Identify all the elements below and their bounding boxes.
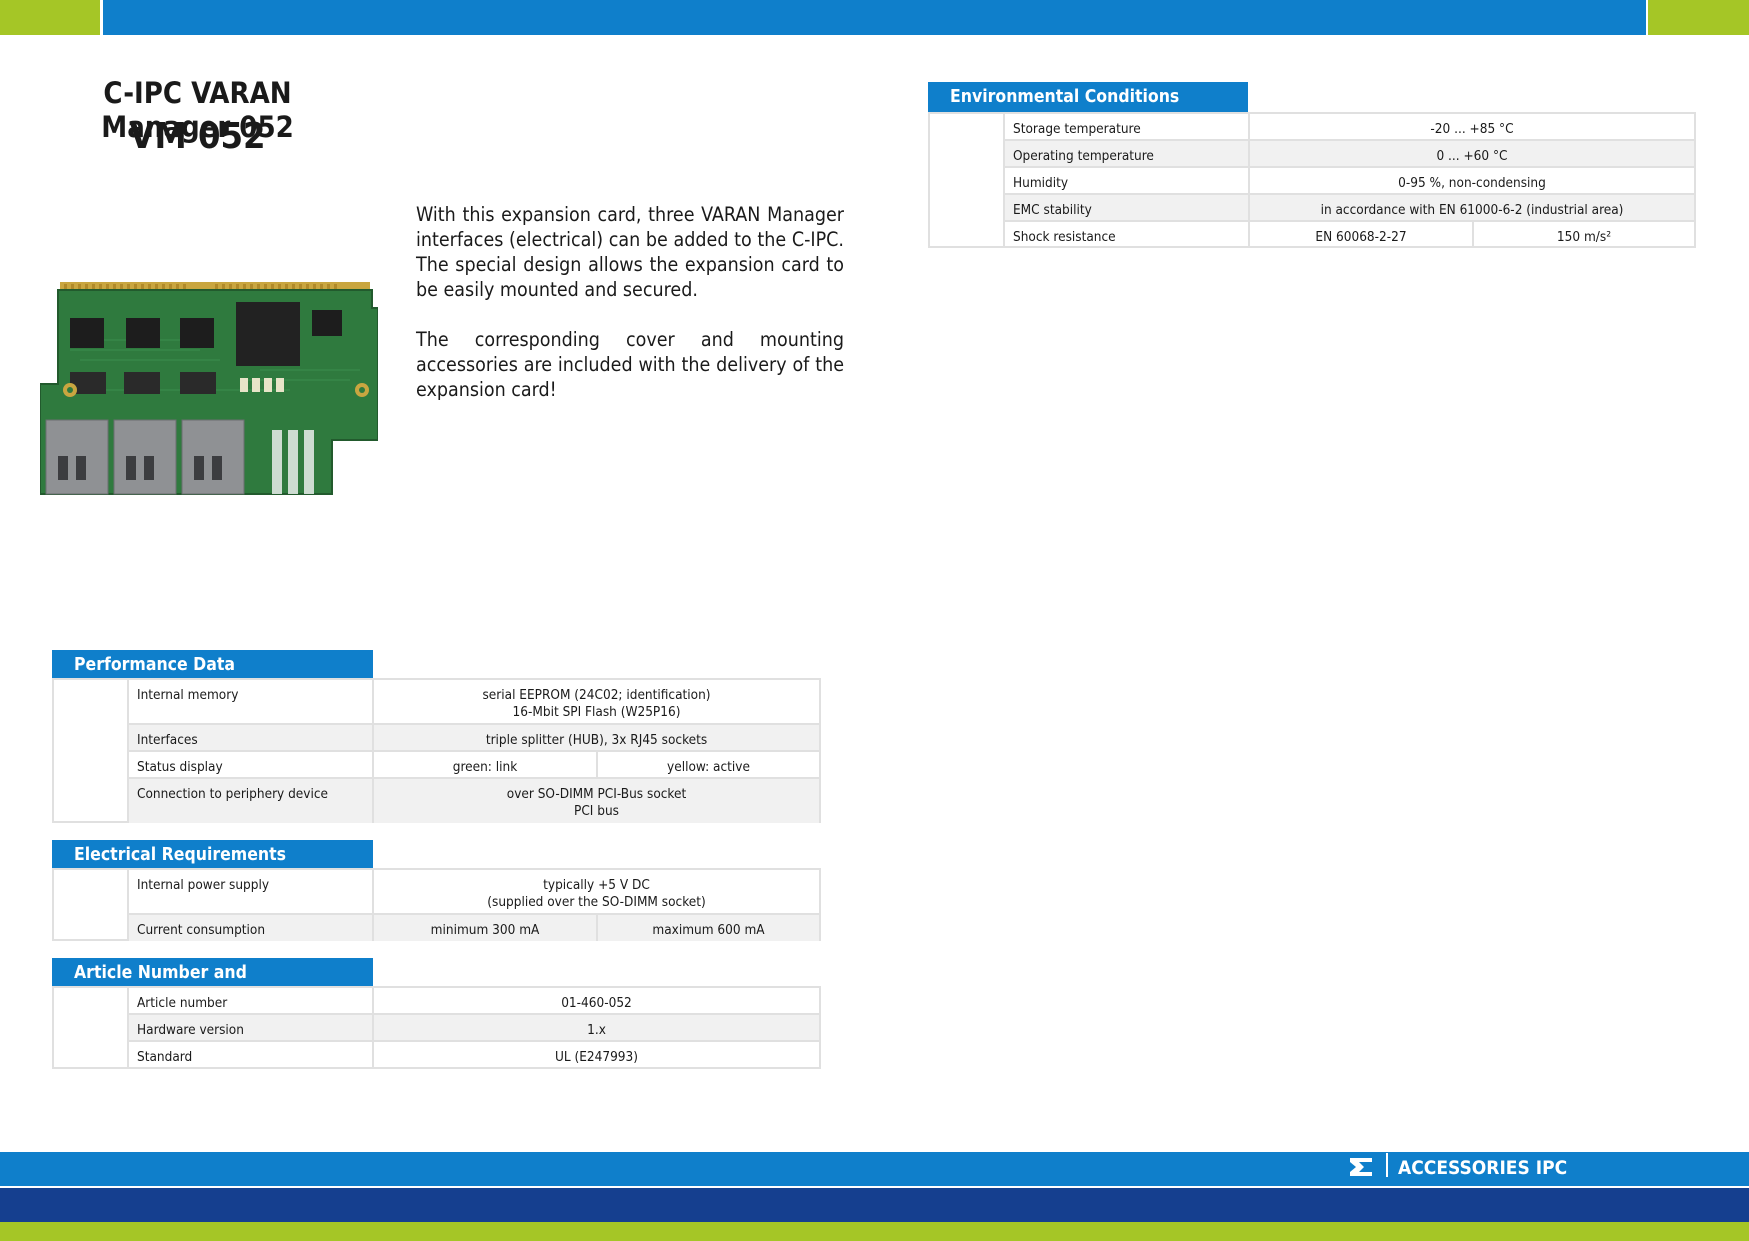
env-label: Storage temperature bbox=[1003, 114, 1248, 139]
elec-table: Internal power supply typically +5 V DC … bbox=[52, 868, 821, 941]
perf-value: triple splitter (HUB), 3x RJ45 sockets bbox=[372, 725, 819, 752]
misc-label: Article number bbox=[127, 988, 372, 1013]
perf-row-memory: Internal memory serial EEPROM (24C02; id… bbox=[127, 680, 819, 723]
elec-label: Current consumption bbox=[127, 915, 372, 941]
bottom-band-navy bbox=[0, 1188, 1749, 1222]
env-value: 0 ... +60 °C bbox=[1248, 141, 1694, 168]
top-band-green-left bbox=[0, 0, 100, 35]
elec-value-line: typically +5 V DC bbox=[543, 877, 650, 893]
misc-section-heading: Article Number and Miscellaneous bbox=[52, 958, 373, 1013]
misc-label: Standard bbox=[127, 1042, 372, 1069]
perf-table: Internal memory serial EEPROM (24C02; id… bbox=[52, 678, 821, 823]
perf-value-line: over SO-DIMM PCI-Bus socket bbox=[506, 786, 687, 802]
env-label: EMC stability bbox=[1003, 195, 1248, 222]
elec-value: minimum 300 mA bbox=[372, 915, 596, 941]
bottom-band-green bbox=[0, 1222, 1749, 1241]
env-row-operating: Operating temperature 0 ... +60 °C bbox=[1003, 139, 1694, 168]
misc-value: UL (E247993) bbox=[372, 1042, 819, 1069]
perf-value-line: 16-Mbit SPI Flash (W25P16) bbox=[512, 704, 681, 720]
env-value: 0-95 %, non-condensing bbox=[1248, 168, 1694, 195]
perf-section-heading: Performance Data bbox=[52, 650, 373, 680]
misc-row-article: Article number 01-460-052 bbox=[127, 988, 819, 1013]
misc-row-standard: Standard UL (E247993) bbox=[127, 1040, 819, 1069]
elec-value-2: maximum 600 mA bbox=[596, 915, 819, 941]
description-paragraph-2: The corresponding cover and mounting acc… bbox=[416, 328, 844, 401]
description-paragraph-1: With this expansion card, three VARAN Ma… bbox=[416, 203, 844, 301]
env-table: Storage temperature -20 ... +85 °C Opera… bbox=[928, 112, 1696, 248]
perf-label: Interfaces bbox=[127, 725, 372, 752]
perf-row-connection: Connection to periphery device over SO-D… bbox=[127, 777, 819, 823]
env-row-shock: Shock resistance EN 60068-2-27 150 m/s² bbox=[1003, 220, 1694, 248]
perf-row-status: Status display green: link yellow: activ… bbox=[127, 750, 819, 779]
perf-value: over SO-DIMM PCI-Bus socket PCI bus bbox=[372, 779, 819, 823]
footer-separator bbox=[1386, 1153, 1388, 1177]
perf-value: green: link bbox=[372, 752, 596, 779]
env-value: EN 60068-2-27 bbox=[1248, 222, 1472, 248]
product-code: VM 052 bbox=[129, 116, 266, 157]
perf-value: serial EEPROM (24C02; identification) 16… bbox=[372, 680, 819, 723]
env-row-storage: Storage temperature -20 ... +85 °C bbox=[1003, 114, 1694, 139]
perf-value-2: yellow: active bbox=[596, 752, 819, 779]
perf-row-interfaces: Interfaces triple splitter (HUB), 3x RJ4… bbox=[127, 723, 819, 752]
env-label: Shock resistance bbox=[1003, 222, 1248, 248]
elec-row-current: Current consumption minimum 300 mA maxim… bbox=[127, 913, 819, 941]
perf-label: Internal memory bbox=[127, 680, 372, 723]
perf-value-line: PCI bus bbox=[574, 803, 619, 819]
misc-label: Hardware version bbox=[127, 1015, 372, 1042]
env-row-emc: EMC stability in accordance with EN 6100… bbox=[1003, 193, 1694, 222]
env-row-humidity: Humidity 0-95 %, non-condensing bbox=[1003, 166, 1694, 195]
perf-label: Status display bbox=[127, 752, 372, 779]
misc-table: Article number 01-460-052 Hardware versi… bbox=[52, 986, 821, 1069]
top-band-blue bbox=[103, 0, 1646, 35]
elec-row-power: Internal power supply typically +5 V DC … bbox=[127, 870, 819, 913]
perf-label: Connection to periphery device bbox=[127, 779, 372, 823]
env-label: Humidity bbox=[1003, 168, 1248, 195]
env-label: Operating temperature bbox=[1003, 141, 1248, 168]
misc-row-hardware: Hardware version 1.x bbox=[127, 1013, 819, 1042]
misc-value: 1.x bbox=[372, 1015, 819, 1042]
env-value-2: 150 m/s² bbox=[1472, 222, 1694, 248]
brand-logo-icon bbox=[1350, 1158, 1372, 1176]
elec-value-line: (supplied over the SO-DIMM socket) bbox=[487, 894, 706, 910]
product-image bbox=[40, 282, 378, 495]
env-section-heading: Environmental Conditions bbox=[928, 82, 1248, 112]
top-band-green-right bbox=[1648, 0, 1749, 35]
perf-value-line: serial EEPROM (24C02; identification) bbox=[482, 687, 711, 703]
env-value: in accordance with EN 61000-6-2 (industr… bbox=[1248, 195, 1694, 222]
elec-section-heading: Electrical Requirements bbox=[52, 840, 373, 870]
env-value: -20 ... +85 °C bbox=[1248, 114, 1694, 139]
footer-category-label: ACCESSORIES IPC bbox=[1398, 1157, 1568, 1179]
elec-value: typically +5 V DC (supplied over the SO-… bbox=[372, 870, 819, 913]
misc-value: 01-460-052 bbox=[372, 988, 819, 1013]
elec-label: Internal power supply bbox=[127, 870, 372, 913]
